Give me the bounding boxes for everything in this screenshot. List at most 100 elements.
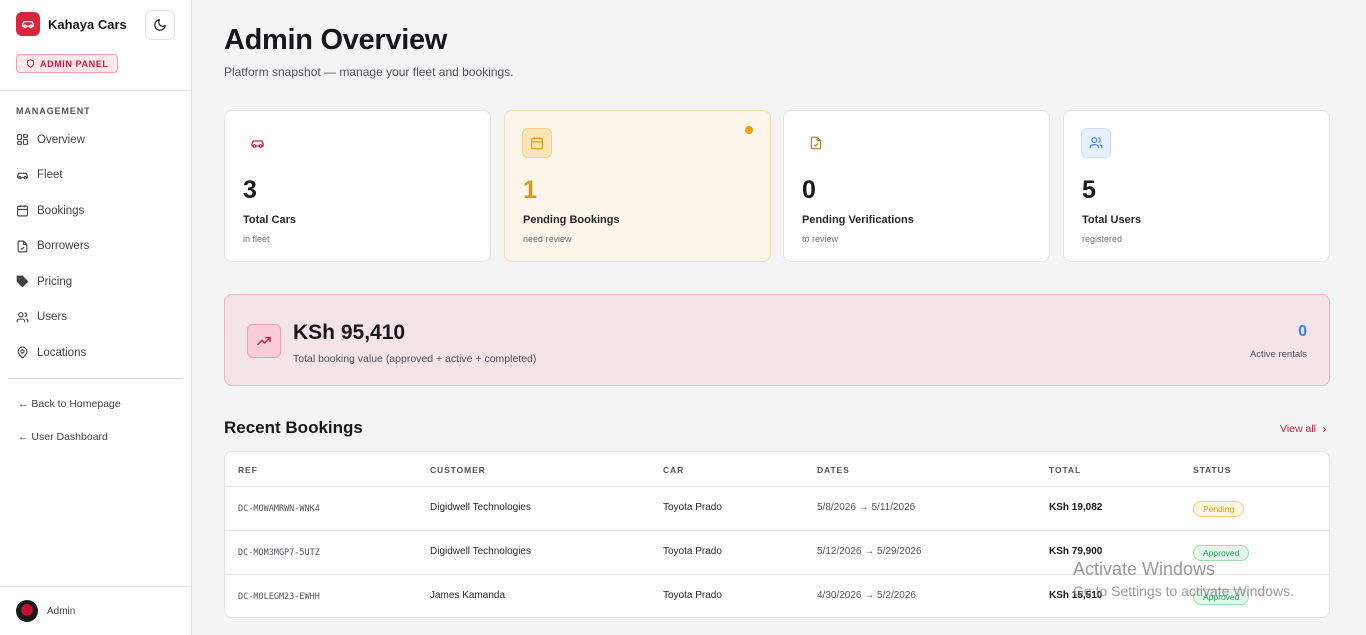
table-row[interactable]: DC-MOWAMRWN-WNK4 Digidwell Technologies … xyxy=(225,487,1329,531)
column-header-dates: DATES xyxy=(817,465,850,475)
moon-icon xyxy=(154,19,166,31)
page-subtitle: Platform snapshot — manage your fleet an… xyxy=(224,65,514,79)
avatar xyxy=(16,600,38,622)
active-rentals-count: 0 xyxy=(1298,323,1307,340)
users-icon xyxy=(16,311,29,323)
stat-value: 5 xyxy=(1082,176,1096,204)
sidebar-item-label: Locations xyxy=(37,346,87,359)
stat-card-total-cars[interactable]: 3 Total Cars in fleet xyxy=(224,110,491,262)
sidebar-item-borrowers[interactable]: Borrowers xyxy=(16,229,176,265)
sidebar-item-label: Overview xyxy=(37,133,85,146)
cell-customer: Digidwell Technologies xyxy=(430,502,531,513)
sidebar: Kahaya Cars ADMIN PANEL MANAGEMENT Overv… xyxy=(0,0,192,635)
sidebar-item-label: Bookings xyxy=(37,204,85,217)
sidebar-item-locations[interactable]: Locations xyxy=(16,335,176,371)
cell-dates: 4/30/2026 → 5/2/2026 xyxy=(817,590,916,601)
user-dashboard-link[interactable]: ← User Dashboard xyxy=(18,431,108,443)
stat-card-pending-verifications[interactable]: 0 Pending Verifications to review xyxy=(783,110,1050,262)
sidebar-item-label: Borrowers xyxy=(37,240,90,253)
divider xyxy=(8,378,183,379)
stat-label: Total Cars xyxy=(243,214,296,226)
admin-panel-badge: ADMIN PANEL xyxy=(16,54,119,73)
revenue-value: KSh 95,410 xyxy=(293,321,406,344)
stat-card-total-users[interactable]: 5 Total Users registered xyxy=(1063,110,1330,262)
back-to-homepage-link[interactable]: ← Back to Homepage xyxy=(18,398,121,410)
sidebar-item-users[interactable]: Users xyxy=(16,300,176,336)
divider xyxy=(0,90,191,91)
sidebar-item-label: Users xyxy=(37,311,68,324)
notification-dot xyxy=(745,126,753,134)
column-header-customer: CUSTOMER xyxy=(430,465,486,475)
revenue-description: Total booking value (approved + active +… xyxy=(293,353,537,365)
stat-sub: to review xyxy=(802,234,839,244)
cell-customer: Digidwell Technologies xyxy=(430,546,531,557)
cell-ref: DC-MOWAMRWN-WNK4 xyxy=(238,504,320,514)
view-all-link[interactable]: View all xyxy=(1280,423,1329,435)
revenue-card: KSh 95,410 Total booking value (approved… xyxy=(224,294,1330,386)
cell-ref: DC-MOLEGM23-EWHH xyxy=(238,592,320,602)
sidebar-item-label: Pricing xyxy=(37,275,73,288)
cell-car: Toyota Prado xyxy=(663,546,722,557)
theme-toggle-button[interactable] xyxy=(145,10,175,40)
stat-sub: registered xyxy=(1082,234,1123,244)
stat-label: Total Users xyxy=(1082,214,1142,226)
cell-total: KSh 15,510 xyxy=(1049,590,1103,601)
sidebar-item-overview[interactable]: Overview xyxy=(16,122,176,158)
stat-label: Pending Verifications xyxy=(802,214,914,226)
stat-value: 1 xyxy=(523,176,537,204)
status-badge: Pending xyxy=(1193,501,1245,517)
stat-value: 3 xyxy=(243,176,257,204)
cell-dates: 5/12/2026 → 5/29/2026 xyxy=(817,546,922,557)
calendar-icon xyxy=(17,205,28,217)
cell-ref: DC-MOM3MGP7-5UTZ xyxy=(238,548,320,558)
cell-car: Toyota Prado xyxy=(663,590,722,601)
stat-sub: need review xyxy=(523,234,572,244)
file-check-icon xyxy=(17,240,28,253)
stat-card-pending-bookings[interactable]: 1 Pending Bookings need review xyxy=(504,110,771,262)
table-row[interactable]: DC-MOLEGM23-EWHH James Kamanda Toyota Pr… xyxy=(225,575,1329,617)
table-header: REF CUSTOMER CAR DATES TOTAL STATUS xyxy=(225,452,1329,487)
view-all-label: View all xyxy=(1280,423,1316,435)
sidebar-item-pricing[interactable]: Pricing xyxy=(16,264,176,300)
cell-total: KSh 19,082 xyxy=(1049,502,1103,513)
stat-sub: in fleet xyxy=(243,234,270,244)
column-header-car: CAR xyxy=(663,465,685,475)
table-row[interactable]: DC-MOM3MGP7-5UTZ Digidwell Technologies … xyxy=(225,531,1329,575)
admin-badge-label: ADMIN PANEL xyxy=(40,58,109,69)
page-title: Admin Overview xyxy=(224,24,448,56)
section-label-management: MANAGEMENT xyxy=(16,106,91,116)
users-icon xyxy=(1081,128,1111,158)
car-icon xyxy=(17,172,28,180)
stat-value: 0 xyxy=(802,176,816,204)
divider xyxy=(0,586,191,587)
status-badge: Approved xyxy=(1193,545,1250,561)
grid-icon xyxy=(17,134,28,146)
shield-icon xyxy=(27,59,34,68)
map-pin-icon xyxy=(17,346,28,359)
file-check-icon xyxy=(801,128,831,158)
active-rentals-label: Active rentals xyxy=(1249,349,1307,360)
cell-total: KSh 79,900 xyxy=(1049,546,1103,557)
sidebar-item-bookings[interactable]: Bookings xyxy=(16,193,176,229)
user-profile[interactable]: Admin xyxy=(16,600,75,622)
user-name: Admin xyxy=(47,605,76,617)
recent-bookings-title: Recent Bookings xyxy=(224,418,363,437)
sidebar-nav: Overview Fleet Bookings Borrowers Pricin… xyxy=(16,122,176,371)
recent-bookings-table: REF CUSTOMER CAR DATES TOTAL STATUS DC-M… xyxy=(224,451,1330,618)
car-icon xyxy=(242,128,272,158)
sidebar-item-label: Fleet xyxy=(37,169,63,182)
trending-up-icon xyxy=(247,324,281,358)
brand[interactable]: Kahaya Cars xyxy=(16,12,127,36)
cell-dates: 5/8/2026 → 5/11/2026 xyxy=(817,502,916,513)
tag-icon xyxy=(16,275,28,288)
calendar-icon xyxy=(522,128,552,158)
car-logo-icon xyxy=(16,12,40,36)
column-header-total: TOTAL xyxy=(1049,465,1082,475)
brand-name: Kahaya Cars xyxy=(48,16,127,32)
cell-customer: James Kamanda xyxy=(430,590,506,601)
status-badge: Approved xyxy=(1193,589,1250,605)
column-header-status: STATUS xyxy=(1193,465,1232,475)
stat-label: Pending Bookings xyxy=(523,214,620,226)
sidebar-item-fleet[interactable]: Fleet xyxy=(16,158,176,194)
cell-car: Toyota Prado xyxy=(663,502,722,513)
